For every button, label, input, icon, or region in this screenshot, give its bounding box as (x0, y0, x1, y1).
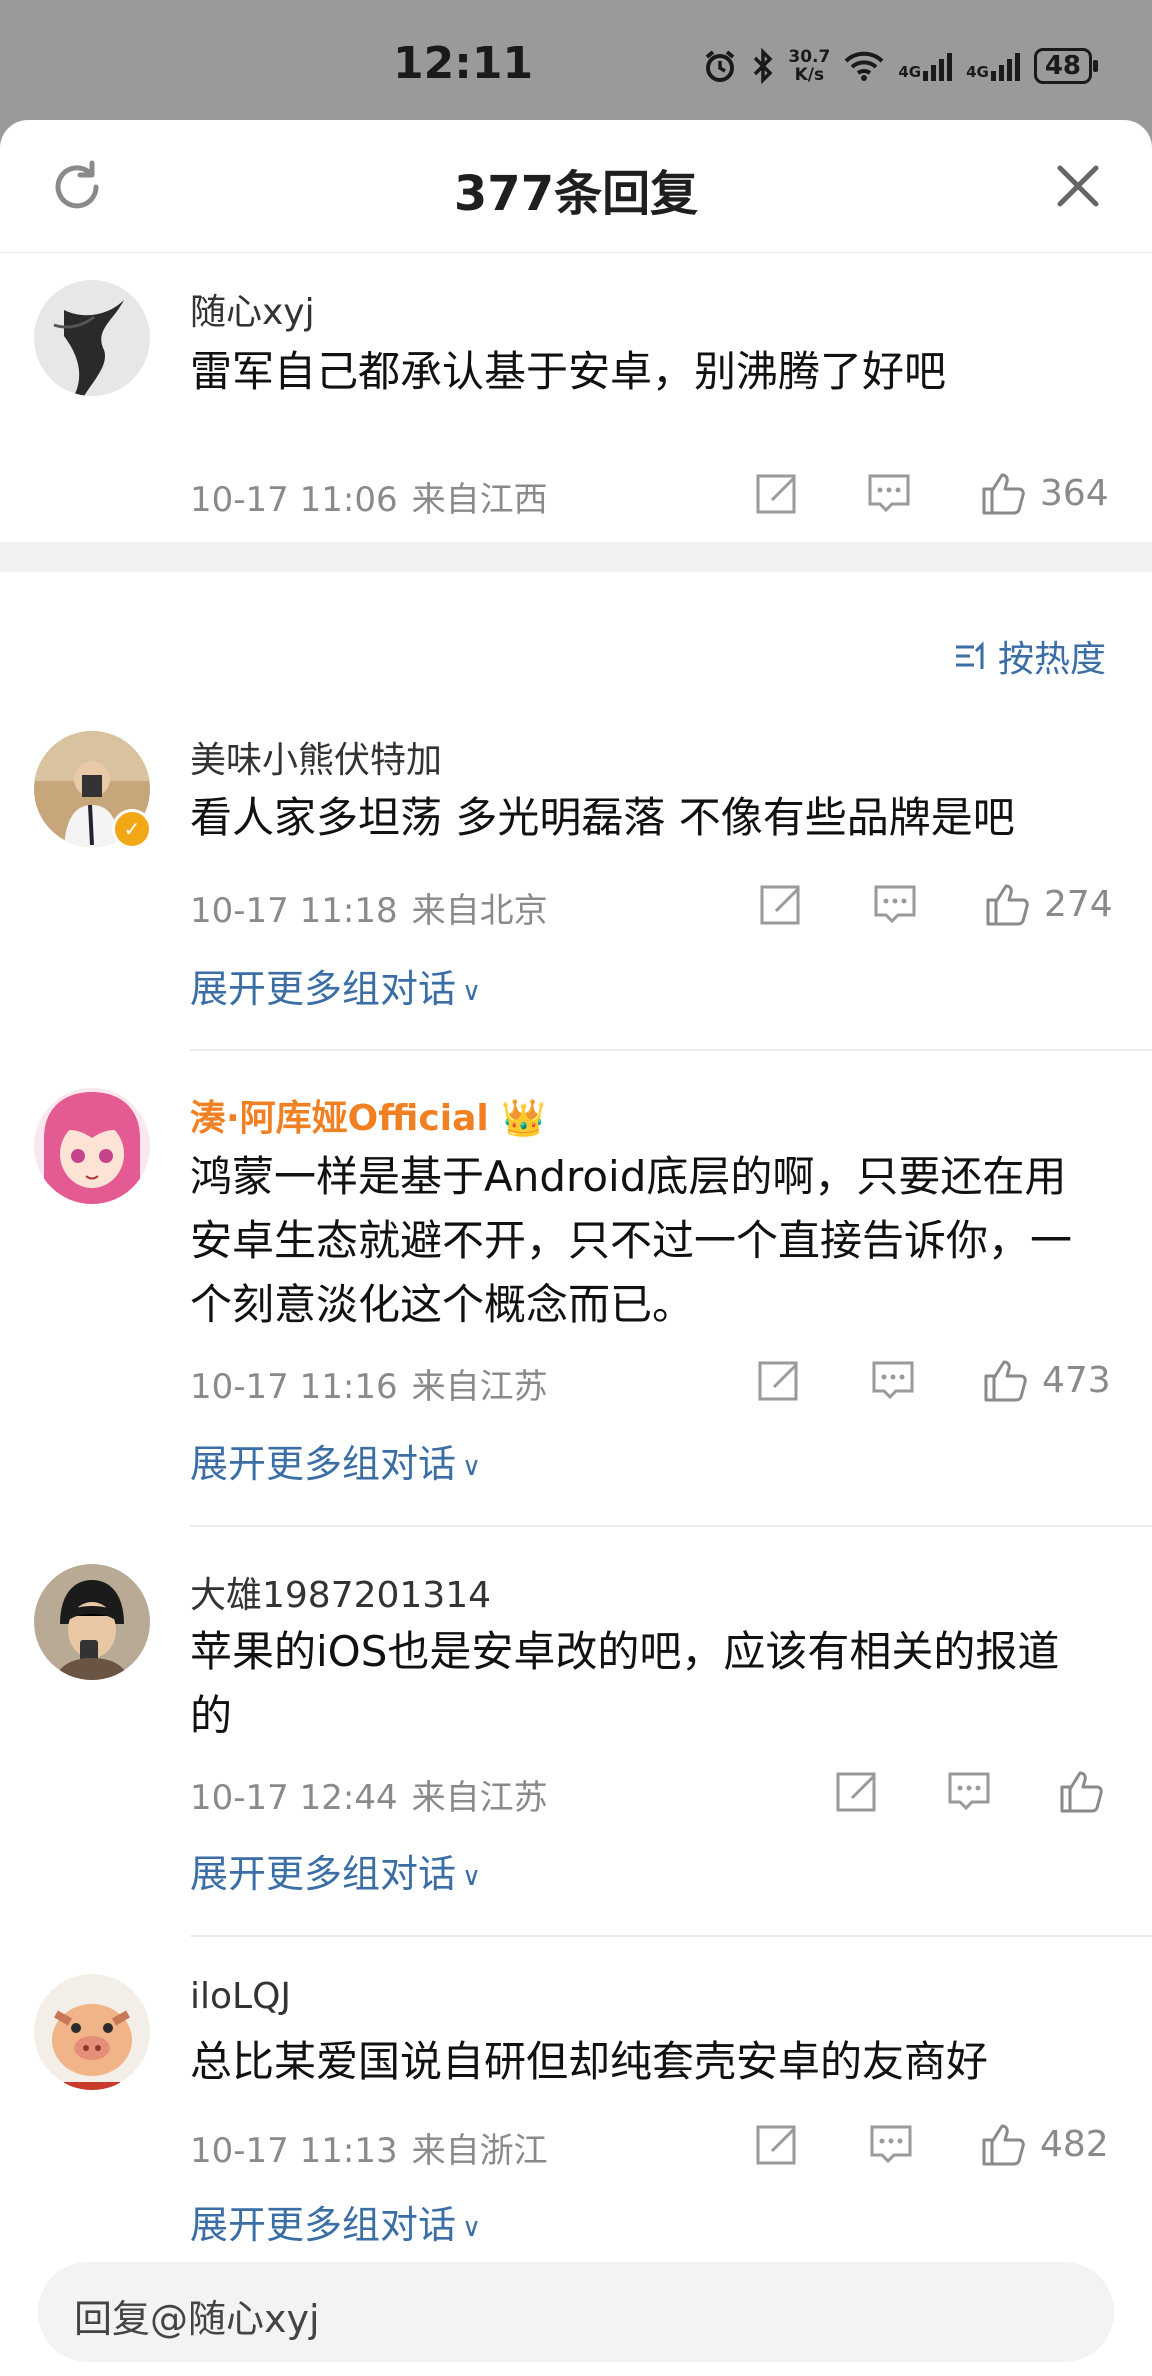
comment-icon[interactable] (866, 470, 912, 516)
divider (190, 1525, 1152, 1527)
wifi-icon (844, 51, 884, 81)
like-button[interactable] (1058, 1767, 1118, 1815)
comment-meta: 10-17 11:16 来自江苏 (190, 1367, 548, 1407)
crown-badge-icon: 👑 (501, 1098, 547, 1139)
avatar[interactable] (34, 1974, 150, 2090)
comment-text: 苹果的iOS也是安卓改的吧，应该有相关的报道的 (190, 1627, 1060, 1740)
like-button[interactable]: 473 (982, 1356, 1111, 1404)
reply-input[interactable]: 回复@随心xyj (38, 2262, 1114, 2362)
comment-text: 雷军自己都承认基于安卓，别沸腾了好吧 (190, 347, 947, 396)
avatar[interactable] (34, 1088, 150, 1204)
net-speed: 30.7 K/s (788, 47, 831, 85)
status-icons: 30.7 K/s 4G 4G 48 (702, 44, 1099, 88)
verified-badge: ✓ (112, 809, 152, 849)
comment-text: 鸿蒙一样是基于Android底层的啊，只要还在用安卓生态就避不开，只不过一个直接… (190, 1152, 1073, 1329)
thumbs-up-icon (986, 884, 1029, 926)
share-icon[interactable] (754, 470, 800, 516)
comment-meta: 10-17 11:18 来自北京 (190, 891, 548, 931)
comment-meta: 10-17 11:06 来自江西 (190, 480, 548, 520)
sheet-header: 377条回复 (0, 120, 1152, 253)
like-button[interactable]: 482 (980, 2120, 1109, 2168)
comment-text: 总比某爱国说自研但却纯套壳安卓的友商好 (190, 2037, 989, 2086)
reply-placeholder: 回复@随心xyj (74, 2297, 320, 2341)
comment-icon[interactable] (870, 1357, 916, 1403)
comment-text: 看人家多坦荡 多光明磊落 不像有些品牌是吧 (190, 793, 1015, 842)
sheet-title: 377条回复 (453, 166, 699, 222)
bluetooth-icon (754, 48, 773, 84)
close-icon[interactable] (1052, 160, 1104, 212)
comment-meta: 10-17 11:13 来自浙江 (190, 2131, 548, 2171)
replies-sheet: 377条回复 随心xyj 雷军自己都承认基于安卓，别沸腾了好吧 10-17 11… (0, 120, 1152, 2376)
username[interactable]: 湊·阿库娅Official 👑 (190, 1089, 546, 1141)
comment-icon[interactable] (946, 1768, 992, 1814)
sort-toggle[interactable]: 按热度 (954, 630, 1106, 682)
avatar[interactable] (34, 1564, 150, 1680)
username[interactable]: 随心xyj (190, 283, 315, 335)
expand-thread-link[interactable]: 展开更多组对话 ∨ (190, 2194, 481, 2249)
battery-indicator: 48 (1033, 48, 1099, 84)
alarm-icon (706, 50, 735, 82)
thumbs-up-icon (982, 2124, 1025, 2166)
expand-thread-link[interactable]: 展开更多组对话 ∨ (190, 958, 481, 1013)
comment-icon[interactable] (868, 2121, 914, 2167)
comment-icon[interactable] (872, 881, 918, 927)
expand-thread-link[interactable]: 展开更多组对话 ∨ (190, 1433, 481, 1488)
username[interactable]: 美味小熊伏特加 (190, 731, 442, 783)
expand-thread-link[interactable]: 展开更多组对话 ∨ (190, 1843, 481, 1898)
username[interactable]: iloLQJ (190, 1976, 291, 2017)
section-divider (0, 542, 1152, 572)
sort-icon (955, 641, 984, 669)
signal-b: 4G (966, 51, 1020, 81)
thumbs-up-icon (984, 1360, 1027, 1402)
status-time: 12:11 (393, 38, 534, 89)
status-bar: 12:11 30.7 K/s 4G 4G 48 (0, 0, 1152, 120)
divider (190, 1935, 1152, 1937)
like-button[interactable]: 364 (980, 469, 1109, 517)
avatar[interactable] (34, 280, 150, 396)
username[interactable]: 大雄1987201314 (190, 1566, 491, 1618)
like-button[interactable]: 274 (984, 880, 1113, 928)
chevron-down-icon: ∨ (462, 976, 482, 1007)
share-icon[interactable] (834, 1768, 880, 1814)
signal-bars-icon (923, 51, 953, 81)
share-icon[interactable] (754, 2121, 800, 2167)
divider (190, 1049, 1152, 1051)
signal-a: 4G (898, 51, 953, 81)
thumbs-up-icon (982, 473, 1025, 515)
chevron-down-icon: ∨ (462, 2212, 482, 2243)
share-icon[interactable] (756, 1357, 802, 1403)
chevron-down-icon: ∨ (462, 1861, 482, 1892)
thumbs-up-icon (1060, 1771, 1103, 1813)
share-icon[interactable] (758, 881, 804, 927)
comment-meta: 10-17 12:44 来自江苏 (190, 1778, 548, 1818)
signal-bars-icon (990, 51, 1020, 81)
chevron-down-icon: ∨ (462, 1451, 482, 1482)
